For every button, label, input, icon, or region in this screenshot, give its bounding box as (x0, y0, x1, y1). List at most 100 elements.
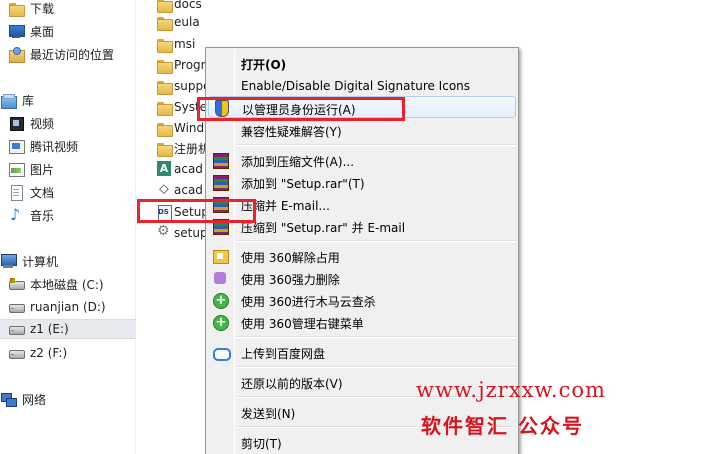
file-name: acad (174, 183, 203, 197)
nav-item-pictures[interactable]: 图片 (8, 159, 54, 179)
drive-icon (8, 345, 25, 361)
nav-item-drive-c[interactable]: 本地磁盘 (C:) (8, 274, 104, 294)
system-drive-icon (8, 276, 25, 292)
nav-label: 本地磁盘 (C:) (30, 277, 104, 292)
360-delete-icon (212, 270, 228, 286)
baidu-cloud-icon (212, 344, 231, 361)
list-item[interactable]: acad (156, 180, 206, 200)
list-item[interactable]: eula (156, 12, 206, 32)
music-icon (8, 205, 24, 224)
menu-item-360-manage-menu[interactable]: 使用 360管理右键菜单 (208, 311, 516, 333)
nav-label: ruanjian (D:) (30, 300, 106, 314)
nav-item-recent[interactable]: 最近访问的位置 (8, 44, 114, 64)
file-name: 注册机 (174, 141, 206, 156)
menu-separator (236, 240, 516, 242)
nav-label: 最近访问的位置 (30, 47, 115, 62)
tencent-video-icon (8, 138, 25, 154)
360-unlock-icon (212, 248, 229, 264)
menu-item-compatibility[interactable]: 兼容性疑难解答(Y) (208, 119, 516, 141)
nav-item-desktop[interactable]: 桌面 (8, 21, 54, 41)
menu-item-digital-signature[interactable]: Enable/Disable Digital Signature Icons (208, 75, 516, 97)
folder-icon (156, 78, 173, 95)
list-item[interactable]: Progr (156, 55, 206, 75)
360-security-icon (212, 314, 229, 331)
menu-item-label: 打开(O) (241, 58, 287, 72)
nav-label: 图片 (30, 162, 55, 177)
nav-item-videos[interactable]: 视频 (8, 113, 54, 133)
folder-icon (156, 120, 173, 137)
menu-item-label: 剪切(T) (241, 437, 282, 451)
menu-item-360-trojan-scan[interactable]: 使用 360进行木马云查杀 (208, 289, 516, 311)
nav-item-tencent-video[interactable]: 腾讯视频 (8, 136, 78, 156)
menu-item-360-force-delete[interactable]: 使用 360强力删除 (208, 267, 516, 289)
file-name: msi (174, 37, 196, 51)
list-item[interactable]: 注册机 (156, 138, 206, 158)
menu-item-add-to-archive[interactable]: 添加到压缩文件(A)... (208, 149, 516, 171)
menu-item-add-to-setup-rar[interactable]: 添加到 "Setup.rar"(T) (208, 171, 516, 193)
menu-item-label: 还原以前的版本(V) (241, 377, 343, 391)
menu-item-label: 发送到(N) (241, 407, 296, 421)
folder-icon (156, 57, 173, 74)
list-item[interactable]: suppo (156, 76, 206, 96)
file-name: setup (174, 226, 206, 240)
nav-item-drive-f[interactable]: z2 (F:) (8, 343, 67, 363)
360-security-icon (212, 292, 229, 309)
nav-item-network[interactable]: 网络 (0, 389, 46, 409)
nav-label: z1 (E:) (30, 322, 69, 336)
file-name: acad (174, 162, 203, 176)
recent-places-icon (8, 46, 25, 63)
file-name: eula (174, 15, 200, 29)
menu-item-baidu-upload[interactable]: 上传到百度网盘 (208, 341, 516, 363)
menu-item-label: 添加到 "Setup.rar"(T) (241, 177, 365, 191)
nav-label: 库 (22, 93, 35, 108)
menu-item-label: 使用 360进行木马云查杀 (241, 295, 376, 309)
video-library-icon (8, 115, 24, 131)
menu-item-open[interactable]: 打开(O) (208, 52, 516, 74)
menu-item-label: Enable/Disable Digital Signature Icons (241, 79, 471, 93)
menu-item-label: 使用 360强力删除 (241, 273, 340, 287)
network-icon (0, 391, 17, 407)
menu-separator (236, 336, 516, 338)
file-name: docs (174, 0, 202, 11)
ini-file-icon (156, 223, 172, 241)
drive-icon (8, 299, 25, 315)
menu-separator (236, 144, 516, 146)
winrar-icon (212, 174, 229, 191)
menu-item-360-unlock[interactable]: 使用 360解除占用 (208, 245, 516, 267)
folder-icon (156, 14, 173, 31)
nav-item-documents[interactable]: 文档 (8, 182, 54, 202)
nav-item-drive-d[interactable]: ruanjian (D:) (8, 297, 106, 317)
watermark-url: www.jzrxxw.com (416, 378, 606, 402)
list-item[interactable]: acad (156, 159, 206, 179)
folder-icon (156, 36, 173, 53)
winrar-icon (212, 152, 229, 169)
list-item[interactable]: setup (156, 223, 206, 243)
nav-label: 腾讯视频 (30, 139, 79, 154)
list-item[interactable]: msi (156, 34, 206, 54)
nav-item-downloads[interactable]: 下载 (8, 0, 54, 18)
menu-item-label: 使用 360解除占用 (241, 251, 340, 265)
navigation-pane: 下载 桌面 最近访问的位置 库 视频 腾讯视频 图片 文档 音乐 计算机 本地磁… (0, 0, 136, 454)
nav-item-computer[interactable]: 计算机 (0, 251, 58, 271)
list-item[interactable]: Wind (156, 118, 206, 138)
nav-label: z2 (F:) (30, 346, 68, 360)
nav-label: 音乐 (30, 208, 55, 223)
menu-item-label: 压缩到 "Setup.rar" 并 E-mail (241, 221, 406, 235)
nav-label: 计算机 (22, 254, 59, 269)
nav-item-drive-e[interactable]: z1 (E:) (0, 319, 136, 339)
watermark-text: 软件智汇 公众号 (421, 414, 584, 438)
nav-label: 文档 (30, 185, 55, 200)
nav-label: 网络 (22, 392, 47, 407)
documents-icon (8, 184, 24, 201)
highlight-run-as-admin (197, 97, 405, 121)
folder-icon (156, 0, 173, 13)
folder-icon (156, 99, 173, 116)
drive-icon (8, 321, 25, 337)
menu-item-label: 兼容性疑难解答(Y) (241, 125, 342, 139)
nav-item-libraries[interactable]: 库 (0, 90, 34, 110)
nav-item-music[interactable]: 音乐 (8, 205, 54, 225)
file-name: suppo (174, 79, 206, 93)
file-name: Wind (174, 121, 205, 135)
highlight-setup-file (137, 199, 256, 223)
desktop-icon (8, 23, 25, 39)
